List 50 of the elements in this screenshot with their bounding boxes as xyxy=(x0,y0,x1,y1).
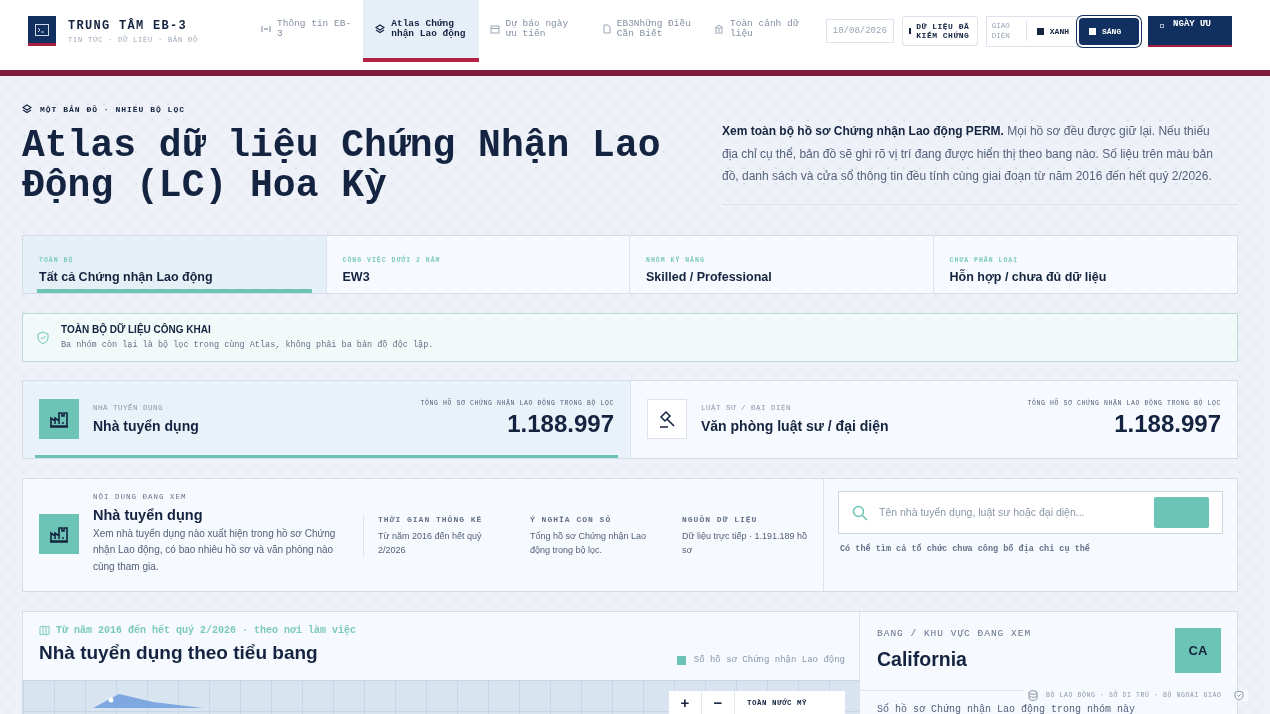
layers-icon xyxy=(375,24,386,34)
panel-title: Nhà tuyển dụng xyxy=(93,506,204,523)
stat-value: Dữ liệu trực tiếp · 1.191.189 hồ sơ xyxy=(682,529,809,557)
shield-icon xyxy=(1233,690,1244,701)
map-eyebrow: Từ năm 2016 đến hết quý 2/2026 · theo nơi làm việc xyxy=(56,624,357,636)
metric-name: Nhà tuyển dụng xyxy=(93,418,199,434)
state-name: California xyxy=(877,647,968,671)
verified-data-button[interactable]: DỮ LIỆU ĐÃ KIỂM CHỨNG xyxy=(901,16,978,46)
legend-label: Số hồ sơ Chứng nhận Lao động xyxy=(693,655,845,665)
map-title: Nhà tuyển dụng theo tiểu bang xyxy=(39,641,319,664)
factory-icon xyxy=(49,524,69,543)
stat-value: Từ năm 2016 đến hết quý 2/2026 xyxy=(378,529,483,557)
stat-label: Ý NGHĨA CON SỐ xyxy=(530,514,613,524)
stat-value: Tổng hồ sơ Chứng nhận Lao động trong bộ lọc. xyxy=(530,529,647,557)
database-icon xyxy=(1028,690,1038,701)
stat-label: THỜI GIAN THỐNG KÊ xyxy=(378,514,484,524)
notice-text: Ba nhóm còn lại là bộ lọc trong cùng Atlas, không phải ba bản đồ độc lập. xyxy=(61,340,434,350)
theme-option[interactable]: SÁNG xyxy=(1079,17,1139,45)
state-description: Số hồ sơ Chứng nhận Lao động trong nhóm này xyxy=(877,703,1136,714)
map-icon xyxy=(39,624,50,636)
nav-tab[interactable]: Atlas Chứng nhận Lao động xyxy=(363,0,479,62)
shield-icon xyxy=(37,330,49,344)
section-eyebrow: MỘT BẢN ĐỒ · NHIỀU BỘ LỌC xyxy=(40,104,186,114)
gavel-icon xyxy=(657,409,677,429)
priority-date-button[interactable]: NGÀY ƯU xyxy=(1148,15,1232,47)
nav-tab[interactable]: EB3Những Điều Cần Biết xyxy=(591,0,703,62)
bank-icon xyxy=(714,24,724,34)
metric-total: 1.188.997 xyxy=(1113,410,1221,438)
stat-label: NGUỒN DỮ LIỆU xyxy=(682,514,759,524)
theme-option[interactable]: XANH xyxy=(1026,16,1079,46)
page-title: Atlas dữ liệu Chứng Nhận Lao Động (LC) Hoa Kỳ xyxy=(22,126,662,206)
signal-icon xyxy=(261,25,271,33)
factory-icon xyxy=(49,410,69,428)
document-icon xyxy=(602,24,611,34)
intro-paragraph: Xem toàn bộ hồ sơ Chứng nhận Lao động PERM. Mọi hồ sơ đều được giữ lại. Nếu thiếu địa chỉ cụ thể, bản đồ sẽ ghi rõ vị trí đang được hiển thị theo bang nào. Số liệu trên màu bản đồ, danh sách và cửa sổ thông tin đều tính cùng giai đoạn từ năm 2016 đến hết quý 2/2026. xyxy=(722,116,1238,205)
site-title: TRUNG TÂM EB-3 xyxy=(68,18,189,33)
state-code: CA xyxy=(1175,627,1221,673)
nav-tab[interactable]: Dự báo ngày ưu tiên xyxy=(478,0,592,62)
layers-icon xyxy=(22,104,32,114)
panel-description: Xem nhà tuyển dụng nào xuất hiện trong hồ sơ Chứng nhận Lao động, có bao nhiêu hồ sơ và văn phòng nào cùng tham gia. xyxy=(93,526,337,574)
search-icon xyxy=(852,504,868,521)
search-field[interactable]: Tên nhà tuyển dụng, luật sư hoặc đại diện... xyxy=(838,490,1223,534)
legend-swatch xyxy=(676,655,686,665)
search-hint: Có thể tìm cả tổ chức chưa công bố địa chỉ cụ thể xyxy=(839,543,1091,554)
calendar-icon xyxy=(489,24,500,34)
metric-name: Văn phòng luật sư / đại diện xyxy=(701,418,889,434)
state-eyebrow: BANG / KHU VỰC ĐANG XEM xyxy=(877,627,1032,639)
notice-title: TOÀN BỘ DỮ LIỆU CÔNG KHAI xyxy=(61,324,212,335)
terminal-icon xyxy=(35,23,49,36)
metric-total: 1.188.997 xyxy=(506,410,614,438)
